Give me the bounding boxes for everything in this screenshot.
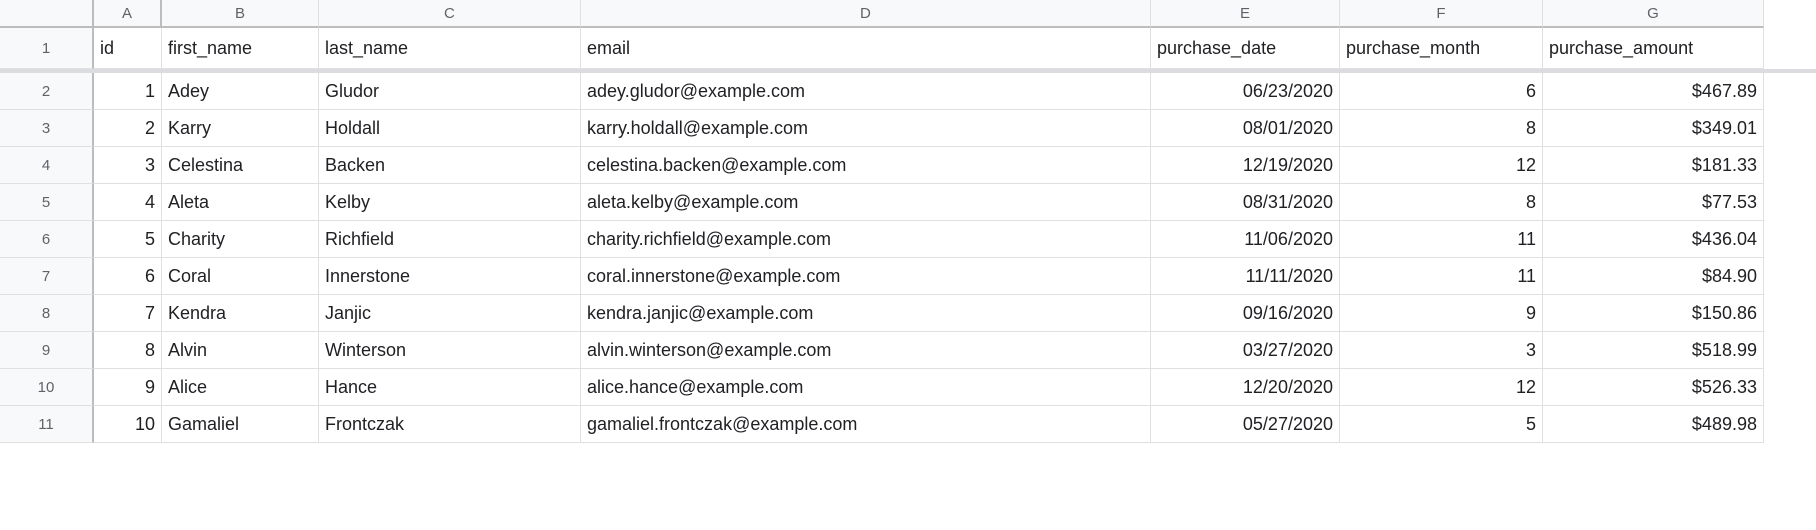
cell-G10[interactable]: $526.33 [1543, 369, 1764, 406]
cell-G3[interactable]: $349.01 [1543, 110, 1764, 147]
cell-E6[interactable]: 11/06/2020 [1151, 221, 1340, 258]
cell-G9[interactable]: $518.99 [1543, 332, 1764, 369]
cell-C2[interactable]: Gludor [319, 73, 581, 110]
cell-A3[interactable]: 2 [94, 110, 162, 147]
cell-E10[interactable]: 12/20/2020 [1151, 369, 1340, 406]
cell-B2[interactable]: Adey [162, 73, 319, 110]
cell-F2[interactable]: 6 [1340, 73, 1543, 110]
cell-F1[interactable]: purchase_month [1340, 28, 1543, 69]
col-header-G[interactable]: G [1543, 0, 1764, 28]
row-header-2[interactable]: 2 [0, 73, 94, 110]
cell-C11[interactable]: Frontczak [319, 406, 581, 443]
cell-E7[interactable]: 11/11/2020 [1151, 258, 1340, 295]
cell-E4[interactable]: 12/19/2020 [1151, 147, 1340, 184]
cell-C8[interactable]: Janjic [319, 295, 581, 332]
cell-D10[interactable]: alice.hance@example.com [581, 369, 1151, 406]
cell-C7[interactable]: Innerstone [319, 258, 581, 295]
cell-E2[interactable]: 06/23/2020 [1151, 73, 1340, 110]
cell-F11[interactable]: 5 [1340, 406, 1543, 443]
cell-E11[interactable]: 05/27/2020 [1151, 406, 1340, 443]
cell-B8[interactable]: Kendra [162, 295, 319, 332]
select-all-corner[interactable] [0, 0, 94, 28]
col-header-F[interactable]: F [1340, 0, 1543, 28]
cell-C1[interactable]: last_name [319, 28, 581, 69]
cell-D11[interactable]: gamaliel.frontczak@example.com [581, 406, 1151, 443]
cell-D5[interactable]: aleta.kelby@example.com [581, 184, 1151, 221]
cell-E5[interactable]: 08/31/2020 [1151, 184, 1340, 221]
cell-E9[interactable]: 03/27/2020 [1151, 332, 1340, 369]
cell-A11[interactable]: 10 [94, 406, 162, 443]
row-header-10[interactable]: 10 [0, 369, 94, 406]
row-header-7[interactable]: 7 [0, 258, 94, 295]
row-header-6[interactable]: 6 [0, 221, 94, 258]
cell-C4[interactable]: Backen [319, 147, 581, 184]
col-header-D[interactable]: D [581, 0, 1151, 28]
cell-A9[interactable]: 8 [94, 332, 162, 369]
cell-F6[interactable]: 11 [1340, 221, 1543, 258]
cell-D3[interactable]: karry.holdall@example.com [581, 110, 1151, 147]
cell-D9[interactable]: alvin.winterson@example.com [581, 332, 1151, 369]
cell-B1[interactable]: first_name [162, 28, 319, 69]
cell-F3[interactable]: 8 [1340, 110, 1543, 147]
cell-C9[interactable]: Winterson [319, 332, 581, 369]
cell-G7[interactable]: $84.90 [1543, 258, 1764, 295]
cell-G2[interactable]: $467.89 [1543, 73, 1764, 110]
cell-B6[interactable]: Charity [162, 221, 319, 258]
cell-G5[interactable]: $77.53 [1543, 184, 1764, 221]
cell-C3[interactable]: Holdall [319, 110, 581, 147]
row-header-8[interactable]: 8 [0, 295, 94, 332]
cell-G8[interactable]: $150.86 [1543, 295, 1764, 332]
cell-A10[interactable]: 9 [94, 369, 162, 406]
cell-F9[interactable]: 3 [1340, 332, 1543, 369]
cell-B11[interactable]: Gamaliel [162, 406, 319, 443]
col-header-B[interactable]: B [162, 0, 319, 28]
cell-A7[interactable]: 6 [94, 258, 162, 295]
cell-A5[interactable]: 4 [94, 184, 162, 221]
cell-E8[interactable]: 09/16/2020 [1151, 295, 1340, 332]
cell-F4[interactable]: 12 [1340, 147, 1543, 184]
cell-F10[interactable]: 12 [1340, 369, 1543, 406]
col-header-E[interactable]: E [1151, 0, 1340, 28]
cell-C6[interactable]: Richfield [319, 221, 581, 258]
cell-D4[interactable]: celestina.backen@example.com [581, 147, 1151, 184]
row-header-3[interactable]: 3 [0, 110, 94, 147]
cell-A2[interactable]: 1 [94, 73, 162, 110]
cell-C10[interactable]: Hance [319, 369, 581, 406]
col-header-C[interactable]: C [319, 0, 581, 28]
cell-A1[interactable]: id [94, 28, 162, 69]
cell-D6[interactable]: charity.richfield@example.com [581, 221, 1151, 258]
cell-B7[interactable]: Coral [162, 258, 319, 295]
cell-F8[interactable]: 9 [1340, 295, 1543, 332]
cell-B4[interactable]: Celestina [162, 147, 319, 184]
row-header-11[interactable]: 11 [0, 406, 94, 443]
cell-E1[interactable]: purchase_date [1151, 28, 1340, 69]
row-header-1[interactable]: 1 [0, 28, 94, 69]
cell-G1[interactable]: purchase_amount [1543, 28, 1764, 69]
cell-C5[interactable]: Kelby [319, 184, 581, 221]
cell-A8[interactable]: 7 [94, 295, 162, 332]
cell-B3[interactable]: Karry [162, 110, 319, 147]
row-header-9[interactable]: 9 [0, 332, 94, 369]
cell-G6[interactable]: $436.04 [1543, 221, 1764, 258]
cell-F5[interactable]: 8 [1340, 184, 1543, 221]
cell-D8[interactable]: kendra.janjic@example.com [581, 295, 1151, 332]
col-header-A[interactable]: A [94, 0, 162, 28]
cell-F7[interactable]: 11 [1340, 258, 1543, 295]
cell-D1[interactable]: email [581, 28, 1151, 69]
cell-A6[interactable]: 5 [94, 221, 162, 258]
cell-E3[interactable]: 08/01/2020 [1151, 110, 1340, 147]
cell-B9[interactable]: Alvin [162, 332, 319, 369]
cell-B5[interactable]: Aleta [162, 184, 319, 221]
row-header-5[interactable]: 5 [0, 184, 94, 221]
cell-D7[interactable]: coral.innerstone@example.com [581, 258, 1151, 295]
cell-G4[interactable]: $181.33 [1543, 147, 1764, 184]
cell-D2[interactable]: adey.gludor@example.com [581, 73, 1151, 110]
spreadsheet[interactable]: A B C D E F G 1 id first_name last_name … [0, 0, 1816, 443]
cell-B10[interactable]: Alice [162, 369, 319, 406]
cell-A4[interactable]: 3 [94, 147, 162, 184]
row-header-4[interactable]: 4 [0, 147, 94, 184]
cell-G11[interactable]: $489.98 [1543, 406, 1764, 443]
